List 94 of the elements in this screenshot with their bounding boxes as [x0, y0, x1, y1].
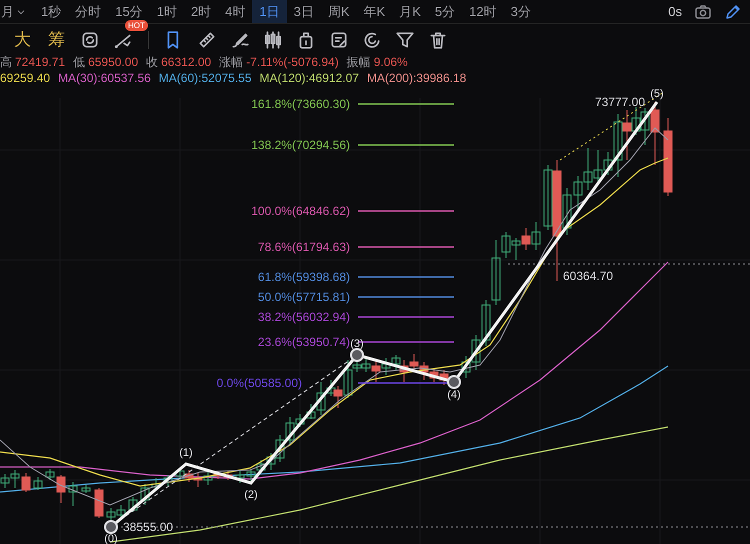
fibonacci-level-label: 161.8%(73660.30): [251, 97, 350, 111]
timeframe-tab[interactable]: 1日: [252, 0, 287, 23]
sync-icon[interactable]: [80, 30, 100, 50]
candles-icon[interactable]: [263, 30, 283, 50]
hot-badge: HOT: [125, 20, 148, 30]
candlestick: [194, 472, 202, 488]
candlestick: [410, 354, 418, 372]
timeframe-tab[interactable]: 月K: [392, 0, 428, 23]
candlestick: [184, 470, 194, 482]
candlestick: [10, 470, 20, 488]
timer-text: 0s: [668, 2, 682, 21]
wave-label: (3): [350, 338, 364, 350]
candlestick: [34, 476, 42, 490]
wave-point-handle[interactable]: [447, 375, 461, 389]
fibonacci-level-label: 100.0%(64846.62): [251, 204, 350, 218]
fibonacci-level-label: 50.0%(57715.81): [258, 290, 350, 304]
candlestick: [224, 470, 232, 480]
moving-average-value: MA(60):52075.55: [158, 70, 252, 87]
candlestick: [574, 176, 582, 210]
candlestick: [128, 496, 138, 512]
chip-tool[interactable]: 筹: [46, 26, 67, 52]
candlestick: [522, 228, 530, 250]
pencil-icon[interactable]: [724, 2, 742, 20]
candlestick: [152, 478, 160, 490]
candlestick: [512, 238, 520, 260]
timeframe-tab[interactable]: 5分: [428, 0, 462, 23]
candlestick: [22, 472, 30, 492]
trash-icon[interactable]: [428, 30, 448, 50]
timeframe-tab[interactable]: 3日: [286, 0, 321, 23]
candlestick: [584, 148, 592, 190]
fibonacci-level-label: 78.6%(61794.63): [258, 240, 350, 254]
filter-icon[interactable]: [395, 30, 415, 50]
stat-label: 收: [146, 54, 158, 71]
candlestick: [420, 362, 428, 380]
candlestick: [532, 222, 540, 250]
moving-average-value: MA(30):60537.56: [58, 70, 151, 87]
fibonacci-level-label: 0.0%(50585.00): [216, 376, 302, 390]
candlestick: [106, 508, 116, 520]
camera-icon[interactable]: [694, 2, 712, 20]
fibonacci-level-label: 38.2%(56032.94): [258, 310, 350, 324]
fibonacci-level-label: 61.8%(59398.68): [258, 270, 350, 284]
candlestick: [68, 482, 78, 506]
stat-label: 振幅: [346, 54, 371, 71]
stat-value: 66312.00: [161, 54, 212, 71]
ruler-icon[interactable]: [197, 30, 217, 50]
candlestick: [256, 460, 266, 474]
candlestick: [246, 470, 256, 482]
candlestick: [82, 484, 90, 494]
wave-label: (2): [244, 489, 258, 501]
candlestick: [236, 470, 244, 484]
price-label: 73777.00: [594, 95, 645, 109]
candlestick: [46, 468, 54, 480]
candlestick: [140, 484, 150, 506]
candlestick: [594, 150, 602, 182]
candlestick: [382, 358, 390, 376]
wave-label: (5): [650, 88, 664, 100]
stat-value: 65950.00: [88, 54, 138, 71]
timeframe-tab[interactable]: 年K: [356, 0, 392, 23]
candlestick: [56, 474, 66, 504]
candlestick: [482, 300, 490, 346]
candlestick: [176, 470, 184, 480]
timeframe-tab[interactable]: 周K: [320, 0, 357, 23]
chip-tool[interactable]: 大: [12, 26, 33, 52]
wave-label: (0): [104, 533, 118, 544]
stat-label: 涨幅: [219, 54, 244, 71]
wave-label: (4): [447, 389, 461, 401]
timeframe-tab[interactable]: 2时: [184, 0, 218, 23]
timeframe-tab[interactable]: 4时: [218, 0, 252, 23]
wave-point-handle[interactable]: [104, 520, 118, 534]
timeframe-tab[interactable]: 分时: [68, 0, 108, 23]
price-label: 60364.70: [563, 269, 614, 283]
price-label: 38555.00: [123, 520, 174, 534]
fibonacci-level-label: 23.6%(53950.74): [258, 335, 350, 349]
moving-average-value: MA(120):46912.07: [260, 70, 359, 87]
stat-value: 9.06%: [374, 54, 408, 71]
candlestick: [0, 474, 10, 488]
candlestick: [94, 488, 104, 518]
note-edit-icon[interactable]: [329, 30, 349, 50]
timeframe-tab[interactable]: 12时: [462, 0, 504, 23]
stat-value: 72419.71: [15, 54, 66, 71]
wave-label: (1): [179, 447, 193, 459]
moving-average-value: 69259.40: [0, 70, 50, 87]
period-menu[interactable]: 月: [0, 2, 34, 22]
candlestick: [430, 368, 438, 382]
timeframe-tab[interactable]: 1时: [150, 0, 184, 23]
stat-value: -7.11%(-5076.94): [246, 54, 339, 71]
wave-point-handle[interactable]: [350, 348, 364, 362]
moving-average-value: MA(200):39986.18: [366, 70, 466, 87]
timeframe-tab[interactable]: 1秒: [34, 0, 68, 23]
candlestick: [164, 474, 172, 486]
stat-label: 高: [0, 54, 12, 71]
fibonacci-level-label: 138.2%(70294.56): [251, 138, 350, 152]
stat-label: 低: [73, 54, 86, 71]
timeframe-tab[interactable]: 3分: [504, 0, 538, 23]
